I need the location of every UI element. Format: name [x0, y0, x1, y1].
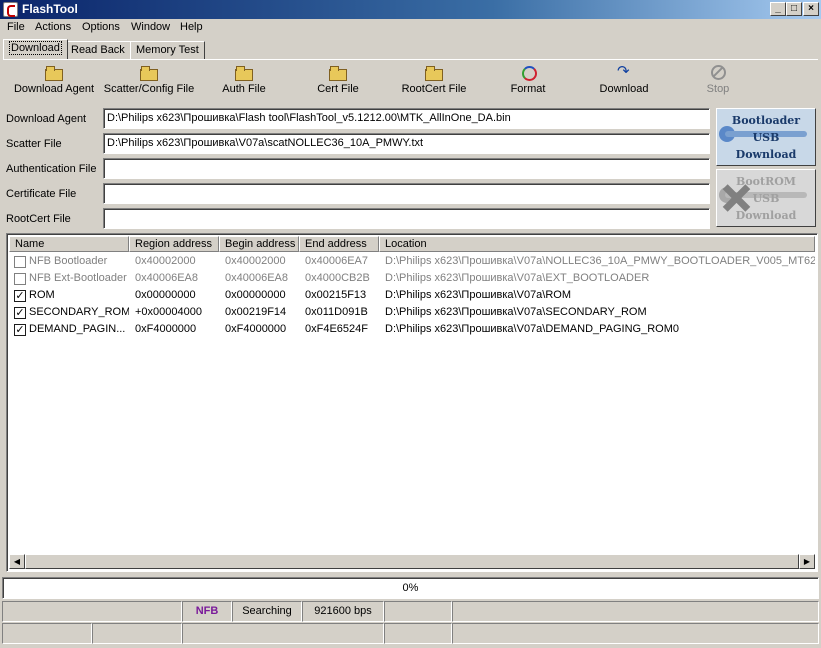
bootrom-usb-download-button[interactable]: BootROM USB Download — [716, 169, 816, 227]
menu-help[interactable]: Help — [180, 21, 203, 33]
status-state: Searching — [232, 601, 302, 622]
status-baud-rate: 921600 bps — [302, 601, 384, 622]
table-row[interactable]: ✓ DEMAND_PAGIN... 0xF4000000 0xF4000000 … — [9, 322, 815, 339]
stop-icon — [709, 65, 727, 80]
status-panel — [182, 623, 384, 644]
row-checkbox[interactable]: ✓ — [14, 290, 26, 302]
rootcert-file-button[interactable]: RootCert File — [398, 64, 470, 100]
status-panel — [384, 601, 452, 622]
folder-open-icon — [45, 66, 63, 81]
status-panel — [452, 623, 819, 644]
rom-list[interactable]: Name Region address Begin address End ad… — [6, 233, 818, 572]
status-panel — [2, 623, 92, 644]
status-storage-type: NFB — [182, 601, 232, 622]
auth-file-button[interactable]: Auth File — [216, 64, 272, 100]
row-checkbox[interactable] — [14, 256, 26, 268]
download-arrow-icon — [615, 62, 633, 80]
column-begin-address[interactable]: Begin address — [219, 236, 299, 252]
table-row[interactable]: NFB Ext-Bootloader 0x40006EA8 0x40006EA8… — [9, 271, 815, 288]
tab-read-back[interactable]: Read Back — [65, 41, 131, 59]
status-panel — [92, 623, 182, 644]
row-checkbox[interactable] — [14, 273, 26, 285]
maximize-button[interactable]: □ — [786, 2, 802, 16]
folder-open-icon — [425, 66, 443, 81]
table-row[interactable]: ✓ ROM 0x00000000 0x00000000 0x00215F13 D… — [9, 288, 815, 305]
status-panel — [452, 601, 819, 622]
status-bar-bottom — [0, 623, 821, 644]
download-agent-button[interactable]: Download Agent — [12, 64, 96, 100]
minimize-button[interactable]: _ — [770, 2, 786, 16]
column-name[interactable]: Name — [9, 236, 129, 252]
status-bar-top: NFB Searching 921600 bps — [0, 601, 821, 622]
disabled-cross-icon — [721, 182, 751, 212]
row-checkbox[interactable]: ✓ — [14, 307, 26, 319]
status-panel — [2, 601, 182, 622]
tab-strip: Download Read Back Memory Test — [0, 39, 821, 59]
status-panel — [384, 623, 452, 644]
window-title: FlashTool — [22, 2, 78, 16]
column-location[interactable]: Location — [379, 236, 815, 252]
format-icon — [519, 66, 537, 81]
app-icon[interactable] — [3, 2, 18, 17]
title-bar: FlashTool _ □ × — [0, 0, 821, 19]
scatter-file-label: Scatter File — [6, 138, 62, 150]
tab-download[interactable]: Download — [3, 39, 68, 59]
menu-actions[interactable]: Actions — [35, 21, 71, 33]
toolbar: Download Agent Scatter/Config File Auth … — [0, 62, 821, 100]
scatter-config-button[interactable]: Scatter/Config File — [103, 64, 195, 100]
scroll-thumb[interactable] — [25, 554, 799, 569]
progress-bar: 0% — [2, 577, 819, 599]
row-checkbox[interactable]: ✓ — [14, 324, 26, 336]
column-region-address[interactable]: Region address — [129, 236, 219, 252]
cert-file-button[interactable]: Cert File — [312, 64, 364, 100]
close-button[interactable]: × — [803, 2, 819, 16]
rootcert-file-field[interactable] — [103, 208, 710, 229]
download-button[interactable]: Download — [594, 62, 654, 100]
tab-memory-test[interactable]: Memory Test — [130, 41, 205, 59]
auth-file-label: Authentication File — [6, 163, 97, 175]
folder-open-icon — [235, 66, 253, 81]
cert-file-label: Certificate File — [6, 188, 77, 200]
scroll-left-icon[interactable]: ◀ — [9, 554, 25, 569]
format-button[interactable]: Format — [506, 64, 550, 100]
menu-window[interactable]: Window — [131, 21, 170, 33]
column-end-address[interactable]: End address — [299, 236, 379, 252]
folder-open-icon — [329, 66, 347, 81]
menu-file[interactable]: File — [7, 21, 25, 33]
stop-button[interactable]: Stop — [700, 64, 736, 100]
list-header: Name Region address Begin address End ad… — [9, 236, 815, 252]
rootcert-file-label: RootCert File — [6, 213, 71, 225]
download-agent-label: Download Agent — [6, 113, 87, 125]
auth-file-field[interactable] — [103, 158, 710, 179]
progress-label: 0% — [402, 582, 419, 594]
folder-open-icon — [140, 66, 158, 81]
download-agent-field[interactable]: D:\Philips x623\Прошивка\Flash tool\Flas… — [103, 108, 710, 129]
bootloader-usb-download-button[interactable]: Bootloader USB Download — [716, 108, 816, 166]
table-row[interactable]: ✓ SECONDARY_ROM +0x00004000 0x00219F14 0… — [9, 305, 815, 322]
tab-panel-edge — [3, 59, 818, 60]
cert-file-field[interactable] — [103, 183, 710, 204]
scroll-right-icon[interactable]: ▶ — [799, 554, 815, 569]
menu-bar: File Actions Options Window Help — [0, 19, 821, 37]
horizontal-scrollbar[interactable]: ◀ ▶ — [9, 554, 815, 569]
table-row[interactable]: NFB Bootloader 0x40002000 0x40002000 0x4… — [9, 254, 815, 271]
scatter-file-field[interactable]: D:\Philips x623\Прошивка\V07a\scatNOLLEC… — [103, 133, 710, 154]
menu-options[interactable]: Options — [82, 21, 120, 33]
